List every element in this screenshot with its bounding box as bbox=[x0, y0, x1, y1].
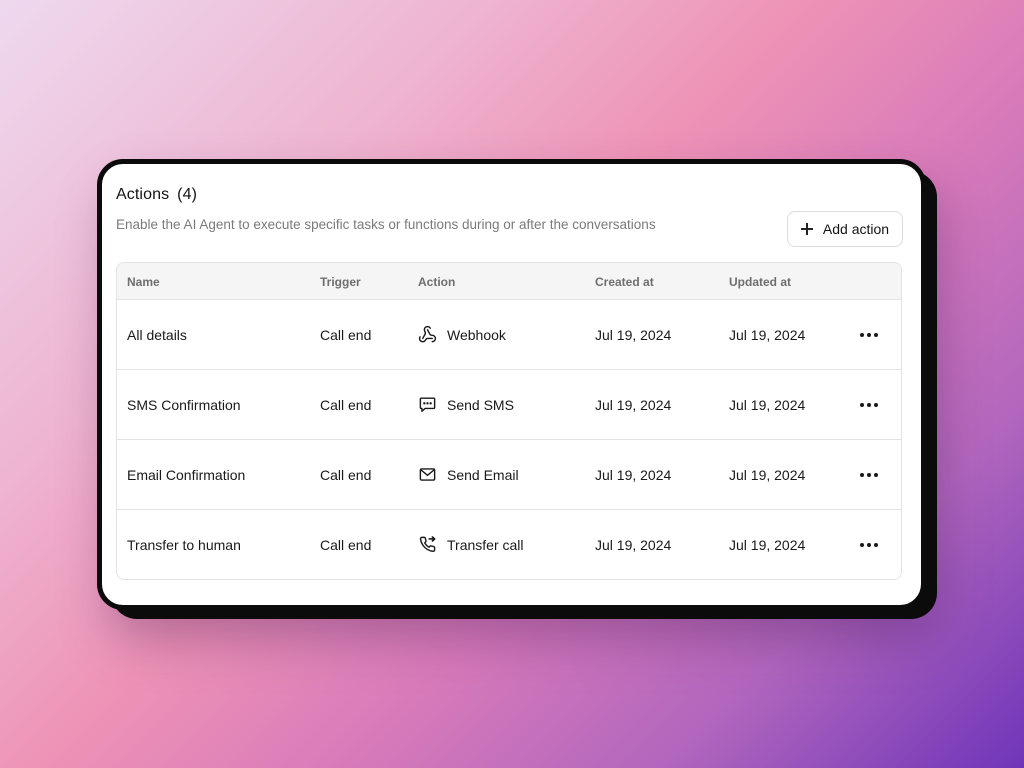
row-name: All details bbox=[127, 327, 187, 343]
page-title: Actions (4) bbox=[116, 186, 197, 204]
row-action: Transfer call bbox=[418, 535, 524, 554]
column-header-name: Name bbox=[127, 275, 160, 289]
table-row[interactable]: Transfer to human Call end Transfer call… bbox=[117, 510, 901, 579]
row-created-at: Jul 19, 2024 bbox=[595, 467, 672, 483]
webhook-icon bbox=[418, 325, 437, 343]
transfer-call-icon bbox=[419, 536, 436, 553]
more-options-icon[interactable] bbox=[857, 396, 881, 414]
row-name: SMS Confirmation bbox=[127, 397, 241, 413]
email-icon bbox=[419, 468, 436, 481]
table-row[interactable]: SMS Confirmation Call end Send SMS Jul 1… bbox=[117, 370, 901, 440]
more-options-icon[interactable] bbox=[857, 466, 881, 484]
row-action-label: Webhook bbox=[447, 326, 506, 343]
row-trigger: Call end bbox=[320, 537, 372, 553]
row-updated-at: Jul 19, 2024 bbox=[729, 397, 806, 413]
sms-icon bbox=[419, 397, 436, 412]
actions-table: Name Trigger Action Created at Updated a… bbox=[116, 262, 902, 580]
row-created-at: Jul 19, 2024 bbox=[595, 537, 672, 553]
row-name: Email Confirmation bbox=[127, 467, 246, 483]
row-trigger: Call end bbox=[320, 327, 372, 343]
column-header-created-at: Created at bbox=[595, 275, 654, 289]
row-action-label: Send SMS bbox=[447, 396, 514, 413]
row-trigger: Call end bbox=[320, 467, 372, 483]
row-updated-at: Jul 19, 2024 bbox=[729, 327, 806, 343]
row-updated-at: Jul 19, 2024 bbox=[729, 467, 806, 483]
actions-card: Actions (4) Enable the AI Agent to execut… bbox=[97, 159, 926, 610]
column-header-action: Action bbox=[418, 275, 456, 289]
column-header-trigger: Trigger bbox=[320, 275, 361, 289]
row-action-label: Send Email bbox=[447, 466, 519, 483]
more-options-icon[interactable] bbox=[857, 326, 881, 344]
row-action-label: Transfer call bbox=[447, 536, 524, 553]
table-row[interactable]: Email Confirmation Call end Send Email J… bbox=[117, 440, 901, 510]
more-options-icon[interactable] bbox=[857, 536, 881, 554]
actions-count: (4) bbox=[177, 186, 198, 203]
row-created-at: Jul 19, 2024 bbox=[595, 327, 672, 343]
row-created-at: Jul 19, 2024 bbox=[595, 397, 672, 413]
row-action: Send Email bbox=[418, 465, 519, 484]
row-updated-at: Jul 19, 2024 bbox=[729, 537, 806, 553]
title-text: Actions bbox=[116, 186, 170, 203]
add-action-button[interactable]: Add action bbox=[787, 211, 903, 247]
add-action-label: Add action bbox=[822, 221, 890, 237]
row-action: Webhook bbox=[418, 325, 506, 344]
column-header-updated-at: Updated at bbox=[729, 275, 792, 289]
row-action: Send SMS bbox=[418, 395, 514, 414]
row-trigger: Call end bbox=[320, 397, 372, 413]
table-header: Name Trigger Action Created at Updated a… bbox=[117, 263, 901, 300]
row-name: Transfer to human bbox=[127, 537, 241, 553]
plus-icon bbox=[800, 223, 813, 235]
page-subtitle: Enable the AI Agent to execute specific … bbox=[116, 217, 656, 232]
table-row[interactable]: All details Call end Webhook Jul 19, 202… bbox=[117, 300, 901, 370]
